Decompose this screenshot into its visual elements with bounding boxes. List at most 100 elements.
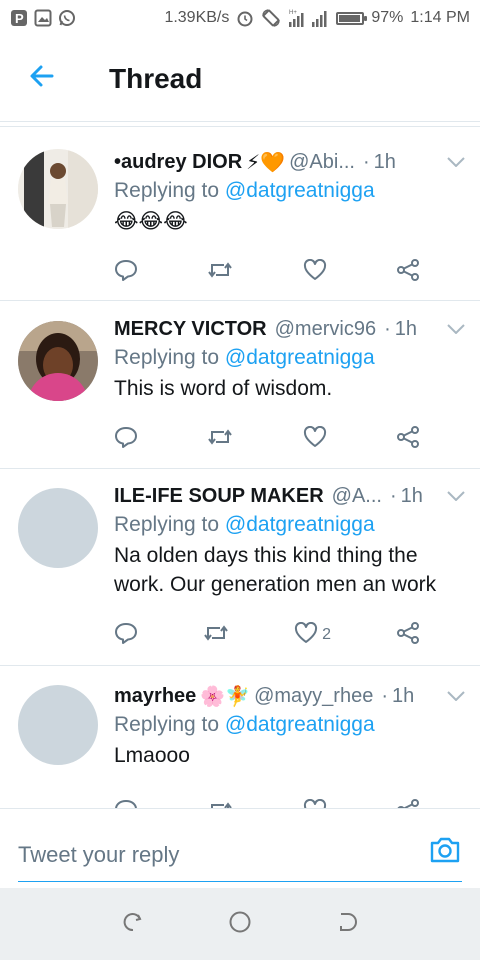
tweet-reply-input[interactable] xyxy=(18,835,418,875)
retweet-icon xyxy=(207,799,233,808)
like-count: 2 xyxy=(322,626,331,643)
replying-to-label: Replying to xyxy=(114,179,220,202)
reply-icon xyxy=(114,622,138,649)
replying-to-label: Replying to xyxy=(114,346,220,369)
reply-input-underline xyxy=(18,881,462,882)
like-button[interactable] xyxy=(303,258,327,286)
battery-icon xyxy=(336,11,368,25)
clock: 1:14 PM xyxy=(410,9,470,26)
share-icon xyxy=(396,425,420,453)
separator-dot: · xyxy=(381,684,389,707)
replying-to-handle[interactable]: @datgreatnigga xyxy=(225,179,375,202)
tweet-menu-chevron-icon[interactable] xyxy=(446,155,466,169)
tweet-author-handle[interactable]: @mervic96 xyxy=(275,318,376,341)
tweet-author-name[interactable]: ILE-IFE SOUP MAKER xyxy=(114,485,324,508)
retweet-icon xyxy=(203,622,229,649)
reply-bar xyxy=(0,808,480,888)
status-right: 1.39KB/s H+ 97% 1:14 PM xyxy=(164,8,470,28)
replying-to-handle[interactable]: @datgreatnigga xyxy=(225,513,375,536)
like-button[interactable] xyxy=(303,798,327,808)
replying-to-handle[interactable]: @datgreatnigga xyxy=(225,713,375,736)
tweet-actions xyxy=(114,257,420,287)
share-icon xyxy=(396,798,420,808)
retweet-icon xyxy=(207,259,233,286)
tweet-author-name[interactable]: •audrey DIOR xyxy=(114,151,242,174)
recents-icon xyxy=(121,910,145,939)
net-speed: 1.39KB/s xyxy=(164,9,230,26)
back-arrow-icon xyxy=(28,62,56,95)
tweet[interactable]: •audrey DIOR ⚡🧡 @Abi... · 1h Replying to… xyxy=(0,127,480,301)
avatar[interactable] xyxy=(18,149,98,229)
tweet-menu-chevron-icon[interactable] xyxy=(446,489,466,503)
like-button[interactable] xyxy=(303,425,327,453)
tweet[interactable]: ILE-IFE SOUP MAKER @A... · 1h Replying t… xyxy=(0,470,480,666)
replying-to: Replying to @datgreatnigga xyxy=(114,713,466,737)
reply-button[interactable] xyxy=(114,799,138,808)
back-button[interactable] xyxy=(0,36,84,122)
reply-button[interactable] xyxy=(114,622,138,649)
share-button[interactable] xyxy=(396,425,420,453)
svg-text:P: P xyxy=(15,11,24,26)
tweet-author-handle[interactable]: @mayy_rhee xyxy=(254,685,373,708)
app-header: Thread xyxy=(0,36,480,122)
rotate-icon xyxy=(261,8,281,28)
heart-icon xyxy=(303,258,327,286)
reply-icon xyxy=(114,426,138,453)
tweet-actions: 2 xyxy=(114,620,420,650)
separator-dot: · xyxy=(363,150,370,173)
tweet-menu-chevron-icon[interactable] xyxy=(446,322,466,336)
tweet-time: 1h xyxy=(392,684,415,707)
avatar[interactable] xyxy=(18,488,98,568)
reply-button[interactable] xyxy=(114,426,138,453)
page-title: Thread xyxy=(109,62,203,94)
svg-text:H+: H+ xyxy=(289,10,297,16)
tweet[interactable]: MERCY VICTOR @mervic96 · 1h Replying to … xyxy=(0,302,480,469)
tweet-author-name[interactable]: MERCY VICTOR xyxy=(114,318,267,341)
share-button[interactable] xyxy=(396,258,420,286)
reply-button[interactable] xyxy=(114,259,138,286)
tweet[interactable]: mayrhee 🌸🧚 @mayy_rhee · 1h Replying to @… xyxy=(0,667,480,808)
tweet-time: 1h xyxy=(394,317,417,340)
tweet-author-handle[interactable]: @A... xyxy=(332,485,382,508)
replying-to-label: Replying to xyxy=(114,513,220,536)
alarm-icon xyxy=(236,9,254,27)
retweet-icon xyxy=(207,426,233,453)
like-button[interactable]: 2 xyxy=(294,621,331,649)
tweet-menu-chevron-icon[interactable] xyxy=(446,689,466,703)
heart-icon xyxy=(294,621,318,649)
p-icon: P xyxy=(10,9,28,27)
retweet-button[interactable] xyxy=(207,799,233,808)
thread-feed[interactable]: •audrey DIOR ⚡🧡 @Abi... · 1h Replying to… xyxy=(0,126,480,808)
share-icon xyxy=(396,258,420,286)
home-button[interactable] xyxy=(220,904,260,944)
retweet-button[interactable] xyxy=(207,426,233,453)
retweet-button[interactable] xyxy=(207,259,233,286)
heart-icon xyxy=(303,798,327,808)
battery-percent: 97% xyxy=(371,9,404,26)
retweet-button[interactable] xyxy=(203,622,229,649)
back-nav-icon xyxy=(335,910,359,939)
share-button[interactable] xyxy=(396,621,420,649)
tweet-time: 1h xyxy=(400,484,423,507)
reply-icon xyxy=(114,799,138,808)
avatar[interactable] xyxy=(18,321,98,401)
replying-to-handle[interactable]: @datgreatnigga xyxy=(225,346,375,369)
separator-dot: · xyxy=(389,484,397,507)
tweet-author-name[interactable]: mayrhee xyxy=(114,685,196,708)
cell-signal-icon xyxy=(311,9,329,27)
recents-button[interactable] xyxy=(113,904,153,944)
share-button[interactable] xyxy=(396,798,420,808)
share-icon xyxy=(396,621,420,649)
tweet-author-handle[interactable]: @Abi... xyxy=(289,151,355,174)
camera-button[interactable] xyxy=(428,835,462,869)
tweet-text: Lmaooo xyxy=(114,744,190,767)
name-emoji: 🌸🧚 xyxy=(200,685,251,708)
avatar-photo-icon xyxy=(18,149,98,229)
whatsapp-icon xyxy=(58,9,76,27)
status-bar: P 1.39KB/s H+ 97% 1:14 PM xyxy=(0,0,480,36)
avatar[interactable] xyxy=(18,685,98,765)
replying-to-label: Replying to xyxy=(114,713,220,736)
tweet-actions xyxy=(114,797,420,808)
back-nav-button[interactable] xyxy=(327,904,367,944)
replying-to: Replying to @datgreatnigga xyxy=(114,513,466,537)
